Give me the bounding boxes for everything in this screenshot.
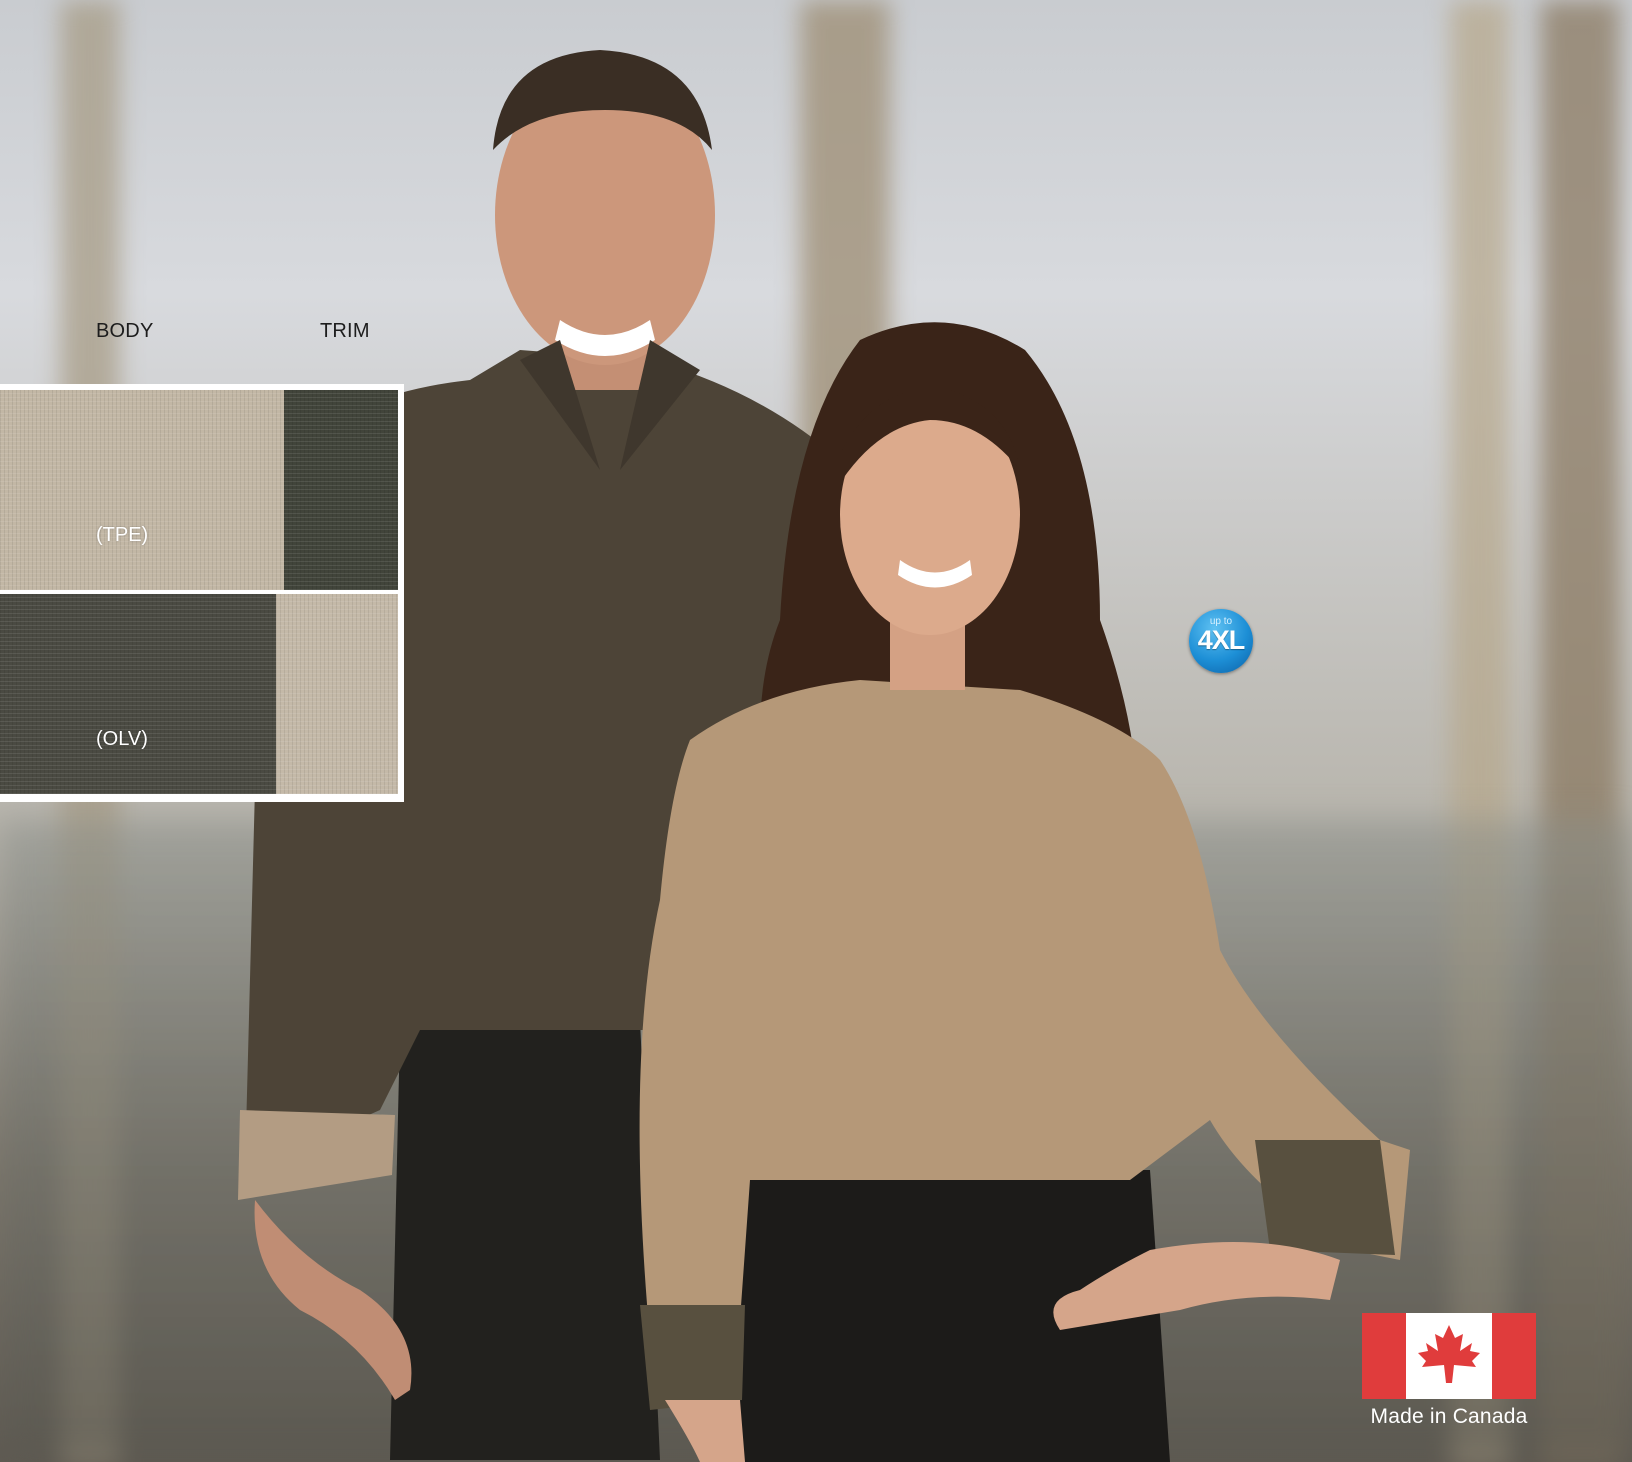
- swatch-body-fabric: [0, 594, 276, 794]
- swatch-trim-fabric: [284, 390, 398, 590]
- trim-column-heading: TRIM: [320, 320, 370, 342]
- swatch-olv[interactable]: (OLV): [0, 594, 398, 794]
- size-badge: up to 4XL: [1189, 609, 1253, 673]
- swatch-code-label: (TPE): [96, 524, 149, 546]
- swatch-code-label: (OLV): [96, 728, 148, 750]
- body-column-heading: BODY: [96, 320, 154, 342]
- swatch-body-fabric: [0, 390, 284, 590]
- swatch-trim-fabric: [276, 594, 398, 794]
- swatch-tpe[interactable]: (TPE): [0, 390, 398, 590]
- size-badge-size: 4XL: [1197, 625, 1246, 655]
- fabric-swatch-panel: (TPE) (OLV): [0, 384, 404, 802]
- canada-flag-icon: [1362, 1313, 1536, 1399]
- made-in-canada-mark: Made in Canada: [1362, 1313, 1536, 1429]
- origin-caption: Made in Canada: [1370, 1405, 1528, 1428]
